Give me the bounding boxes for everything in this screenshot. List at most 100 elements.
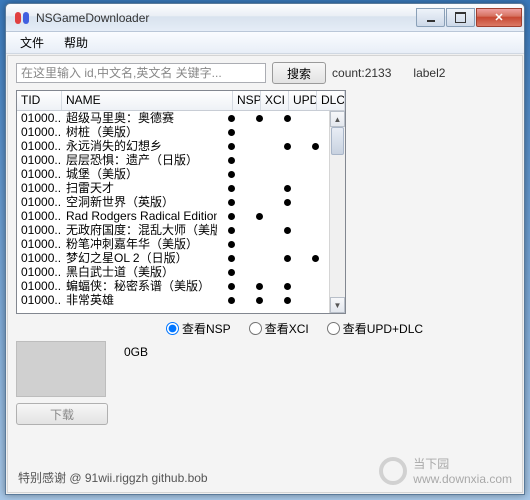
close-button[interactable] <box>476 8 522 27</box>
app-window: NSGameDownloader 文件 帮助 搜索 count:2133 lab… <box>5 3 525 495</box>
maximize-button[interactable] <box>446 8 475 27</box>
table-row[interactable]: 01000...Rad Rodgers Radical Edition(US)(… <box>17 209 329 223</box>
cell-upd <box>273 279 301 293</box>
cell-tid: 01000... <box>17 167 62 181</box>
cell-name: 层层恐惧：遗产（日版） <box>62 153 217 167</box>
radio-xci[interactable]: 查看XCI <box>249 320 309 337</box>
cell-tid: 01000... <box>17 111 62 125</box>
minimize-button[interactable] <box>416 8 445 27</box>
cell-upd <box>273 251 301 265</box>
cell-tid: 01000... <box>17 209 62 223</box>
dot-icon <box>228 227 235 234</box>
cell-nsp <box>217 251 245 265</box>
table-row[interactable]: 01000...粉笔冲刺嘉年华（美版） <box>17 237 329 251</box>
dot-icon <box>256 297 263 304</box>
game-table: TID NAME NSP XCI UPD DLC 01000...超级马里奥：奥… <box>16 90 346 314</box>
cell-nsp <box>217 153 245 167</box>
radio-nsp[interactable]: 查看NSP <box>166 320 231 337</box>
table-row[interactable]: 01000...无政府国度：混乱大师（美版） <box>17 223 329 237</box>
cell-nsp <box>217 237 245 251</box>
col-nsp[interactable]: NSP <box>233 91 261 110</box>
dot-icon <box>284 115 291 122</box>
table-row[interactable]: 01000...层层恐惧：遗产（日版） <box>17 153 329 167</box>
cell-name: 蝙蝠侠：秘密系谱（美版） <box>62 279 217 293</box>
dot-icon <box>256 283 263 290</box>
scroll-down-arrow-icon[interactable]: ▼ <box>330 297 345 313</box>
table-row[interactable]: 01000...梦幻之星OL 2（日版） <box>17 251 329 265</box>
cell-tid: 01000... <box>17 279 62 293</box>
vertical-scrollbar[interactable]: ▲ ▼ <box>329 111 345 313</box>
titlebar[interactable]: NSGameDownloader <box>6 4 524 32</box>
dot-icon <box>284 227 291 234</box>
cell-name: 梦幻之星OL 2（日版） <box>62 251 217 265</box>
scroll-thumb[interactable] <box>331 127 344 155</box>
cell-name: 黑白武士道（美版） <box>62 265 217 279</box>
table-row[interactable]: 01000...永远消失的幻想乡 <box>17 139 329 153</box>
radio-upddlc[interactable]: 查看UPD+DLC <box>327 320 423 337</box>
col-name[interactable]: NAME <box>62 91 233 110</box>
dot-icon <box>228 143 235 150</box>
watermark-site: 当下园 <box>413 455 512 472</box>
count-label: count:2133 <box>332 66 391 80</box>
cell-tid: 01000... <box>17 181 62 195</box>
scroll-up-arrow-icon[interactable]: ▲ <box>330 111 345 127</box>
cell-upd <box>273 223 301 237</box>
cell-name: 树桩（美版） <box>62 125 217 139</box>
cell-tid: 01000... <box>17 293 62 307</box>
cell-name: 粉笔冲刺嘉年华（美版） <box>62 237 217 251</box>
col-tid[interactable]: TID <box>17 91 62 110</box>
cell-tid: 01000... <box>17 139 62 153</box>
dot-icon <box>228 241 235 248</box>
cell-upd <box>273 293 301 307</box>
radio-xci-input[interactable] <box>249 322 262 335</box>
dot-icon <box>284 185 291 192</box>
cell-name: 空洞新世界（英版） <box>62 195 217 209</box>
cell-upd <box>273 181 301 195</box>
watermark: 当下园 www.downxia.com <box>379 455 512 486</box>
search-button[interactable]: 搜索 <box>272 62 326 84</box>
cell-nsp <box>217 111 245 125</box>
menu-file[interactable]: 文件 <box>12 32 52 53</box>
cell-nsp <box>217 265 245 279</box>
col-dlc[interactable]: DLC <box>317 91 345 110</box>
cell-nsp <box>217 125 245 139</box>
table-row[interactable]: 01000...空洞新世界（英版） <box>17 195 329 209</box>
dot-icon <box>284 199 291 206</box>
label2: label2 <box>413 66 445 80</box>
cell-name: Rad Rodgers Radical Edition(US)(eShop) <box>62 209 217 223</box>
window-controls <box>416 8 522 27</box>
col-xci[interactable]: XCI <box>261 91 289 110</box>
cell-name: 永远消失的幻想乡 <box>62 139 217 153</box>
view-radios: 查看NSP 查看XCI 查看UPD+DLC <box>156 320 514 337</box>
download-button[interactable]: 下载 <box>16 403 108 425</box>
table-body: 01000...超级马里奥：奥德赛01000...树桩（美版）01000...永… <box>17 111 329 313</box>
table-row[interactable]: 01000...超级马里奥：奥德赛 <box>17 111 329 125</box>
table-row[interactable]: 01000...树桩（美版） <box>17 125 329 139</box>
watermark-logo-icon <box>379 457 407 485</box>
dot-icon <box>228 213 235 220</box>
radio-nsp-input[interactable] <box>166 322 179 335</box>
radio-upddlc-input[interactable] <box>327 322 340 335</box>
cell-name: 非常英雄 <box>62 293 217 307</box>
menubar: 文件 帮助 <box>6 32 524 54</box>
table-row[interactable]: 01000...城堡（美版） <box>17 167 329 181</box>
dot-icon <box>284 143 291 150</box>
menu-help[interactable]: 帮助 <box>56 32 96 53</box>
search-input[interactable] <box>16 63 266 83</box>
col-upd[interactable]: UPD <box>289 91 317 110</box>
preview-row: 0GB <box>16 341 514 397</box>
cell-dlc <box>301 139 329 153</box>
cell-tid: 01000... <box>17 265 62 279</box>
table-row[interactable]: 01000...扫雷天才 <box>17 181 329 195</box>
cell-nsp <box>217 293 245 307</box>
table-row[interactable]: 01000...非常英雄 <box>17 293 329 307</box>
table-row[interactable]: 01000...蝙蝠侠：秘密系谱（美版） <box>17 279 329 293</box>
table-row[interactable]: 01000...黑白武士道（美版） <box>17 265 329 279</box>
dot-icon <box>312 255 319 262</box>
footer-thanks: 特别感谢 @ 91wii.riggzh github.bob <box>18 469 208 486</box>
dot-icon <box>228 185 235 192</box>
cell-upd <box>273 195 301 209</box>
cell-xci <box>245 111 273 125</box>
cell-name: 超级马里奥：奥德赛 <box>62 111 217 125</box>
dot-icon <box>312 143 319 150</box>
